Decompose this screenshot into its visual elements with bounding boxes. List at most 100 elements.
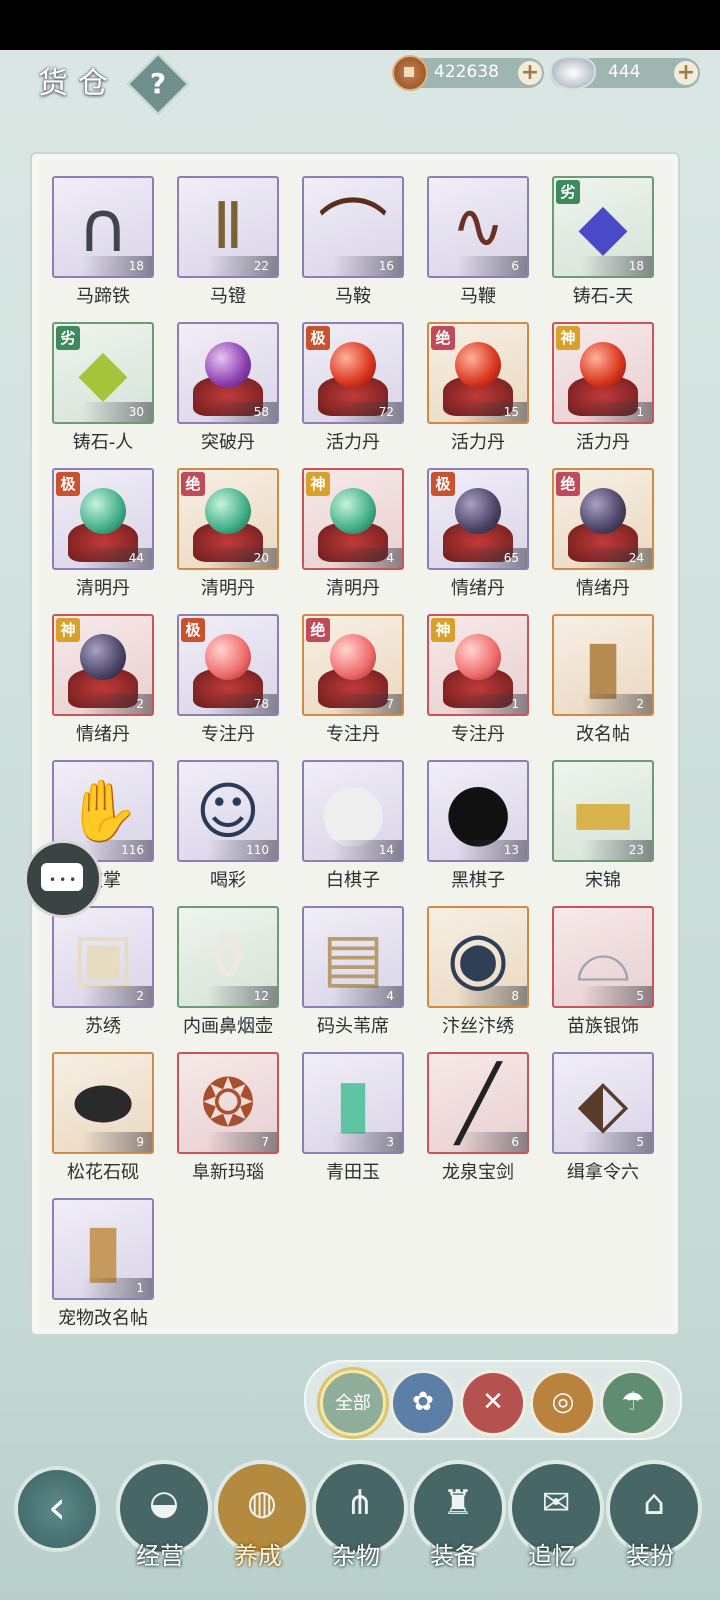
nav-label: 经营 xyxy=(136,1542,184,1570)
inventory-item[interactable]: ⬖ 5 缉拿令六 xyxy=(552,1052,654,1183)
inventory-item[interactable]: ▮ 2 改名帖 xyxy=(552,614,654,745)
item-thumbnail[interactable]: ╱ 6 xyxy=(427,1052,529,1154)
inventory-item[interactable]: ▣ 2 苏绣 xyxy=(52,906,154,1037)
item-thumbnail[interactable]: ∿ 6 xyxy=(427,176,529,278)
inventory-item[interactable]: ▤ 4 码头苇席 xyxy=(302,906,404,1037)
item-thumbnail[interactable]: 绝 24 xyxy=(552,468,654,570)
item-count: 1 xyxy=(582,402,652,422)
item-thumbnail[interactable]: 绝7 xyxy=(302,614,404,716)
item-thumbnail[interactable]: ● 14 xyxy=(302,760,404,862)
item-name: 喝彩 xyxy=(210,870,246,891)
item-thumbnail[interactable]: 神1 xyxy=(552,322,654,424)
item-name: 情绪丹 xyxy=(576,578,630,599)
item-thumbnail[interactable]: ∩ 18 xyxy=(52,176,154,278)
inventory-item[interactable]: 神 1 专注丹 xyxy=(427,614,529,745)
item-thumbnail[interactable]: ⌓ 5 xyxy=(552,906,654,1008)
item-name: 马镫 xyxy=(210,286,246,307)
pavilion-icon: ⌂ xyxy=(643,1482,665,1523)
item-thumbnail[interactable]: 极 78 xyxy=(177,614,279,716)
item-thumbnail[interactable]: ▬ 23 xyxy=(552,760,654,862)
item-thumbnail[interactable]: ⬬ 9 xyxy=(52,1052,154,1154)
silver-amount: 444 xyxy=(608,62,641,82)
item-name: 阜新玛瑙 xyxy=(192,1162,264,1183)
inventory-item[interactable]: 绝 7 专注丹 xyxy=(302,614,404,745)
inventory-item[interactable]: ∿ 6 马鞭 xyxy=(427,176,529,307)
item-thumbnail[interactable]: 神2 xyxy=(52,614,154,716)
item-count: 7 xyxy=(332,694,402,714)
inventory-item[interactable]: 极 78 专注丹 xyxy=(177,614,279,745)
item-thumbnail[interactable]: ▮ 2 xyxy=(552,614,654,716)
item-thumbnail[interactable]: ◆ 劣 18 xyxy=(552,176,654,278)
inventory-item[interactable]: 58 突破丹 xyxy=(177,322,279,453)
item-thumbnail[interactable]: 绝 15 xyxy=(427,322,529,424)
rarity-tag: 神 xyxy=(306,472,330,496)
item-count: 5 xyxy=(582,1132,652,1152)
add-silver-button[interactable]: + xyxy=(674,61,698,85)
item-thumbnail[interactable]: 极 65 xyxy=(427,468,529,570)
inventory-item[interactable]: ◉ 8 汴丝汴绣 xyxy=(427,906,529,1037)
item-thumbnail[interactable]: ● 13 xyxy=(427,760,529,862)
item-thumbnail[interactable]: 神4 xyxy=(302,468,404,570)
inventory-item[interactable]: 极 65 情绪丹 xyxy=(427,468,529,599)
item-thumbnail[interactable]: Ⅱ 22 xyxy=(177,176,279,278)
agate-icon: ❂ xyxy=(200,1064,256,1142)
item-thumbnail[interactable]: 绝 20 xyxy=(177,468,279,570)
filter-tools-button[interactable]: ✕ xyxy=(460,1370,526,1436)
item-name: 苏绣 xyxy=(85,1016,121,1037)
item-thumbnail[interactable]: ▤ 4 xyxy=(302,906,404,1008)
filter-bag-button[interactable]: ✿ xyxy=(390,1370,456,1436)
item-name: 专注丹 xyxy=(451,724,505,745)
item-thumbnail[interactable]: 神1 xyxy=(427,614,529,716)
inventory-item[interactable]: ⬬ 9 松花石砚 xyxy=(52,1052,154,1183)
inventory-item[interactable]: ⌒ 16 马鞍 xyxy=(302,176,404,307)
filter-all-button[interactable]: 全部 xyxy=(320,1370,386,1436)
inventory-item[interactable]: 极 72 活力丹 xyxy=(302,322,404,453)
item-thumbnail[interactable]: ▣ 2 xyxy=(52,906,154,1008)
item-thumbnail[interactable]: 极 44 xyxy=(52,468,154,570)
inventory-item[interactable]: ▮ 1 宠物改名帖 xyxy=(52,1198,154,1329)
filter-scrolls-button[interactable]: ◎ xyxy=(530,1370,596,1436)
warrant-token-icon: ⬖ xyxy=(577,1064,629,1142)
add-copper-button[interactable]: + xyxy=(518,61,542,85)
inventory-item[interactable]: ∩ 18 马蹄铁 xyxy=(52,176,154,307)
item-thumbnail[interactable]: ◆ 劣 30 xyxy=(52,322,154,424)
filter-umbrella-button[interactable]: ☂ xyxy=(600,1370,666,1436)
inventory-item[interactable]: ☺ 110 喝彩 xyxy=(177,760,279,891)
item-thumbnail[interactable]: ⬖ 5 xyxy=(552,1052,654,1154)
help-button[interactable]: ? xyxy=(126,52,190,116)
inventory-item[interactable]: ▮ 3 青田玉 xyxy=(302,1052,404,1183)
inventory-item[interactable]: 极 44 清明丹 xyxy=(52,468,154,599)
inventory-item[interactable]: 神 1 活力丹 xyxy=(552,322,654,453)
inventory-item[interactable]: ▬ 23 宋锦 xyxy=(552,760,654,891)
inventory-item[interactable]: 神 4 清明丹 xyxy=(302,468,404,599)
inventory-item[interactable]: ● 14 白棋子 xyxy=(302,760,404,891)
inventory-item[interactable]: ● 13 黑棋子 xyxy=(427,760,529,891)
item-thumbnail[interactable]: ▮ 3 xyxy=(302,1052,404,1154)
inventory-item[interactable]: 神 2 情绪丹 xyxy=(52,614,154,745)
item-thumbnail[interactable]: ⌒ 16 xyxy=(302,176,404,278)
item-thumbnail[interactable]: 极 72 xyxy=(302,322,404,424)
nav-label: 装扮 xyxy=(626,1542,674,1570)
inventory-item[interactable]: ⌓ 5 苗族银饰 xyxy=(552,906,654,1037)
item-thumbnail[interactable]: ❂ 7 xyxy=(177,1052,279,1154)
item-thumbnail[interactable]: ⚱ 12 xyxy=(177,906,279,1008)
embroidery-icon: ▣ xyxy=(71,918,135,996)
item-thumbnail[interactable]: ☺ 110 xyxy=(177,760,279,862)
inventory-item[interactable]: ◆ 劣 30 铸石-人 xyxy=(52,322,154,453)
inventory-item[interactable]: ❂ 7 阜新玛瑙 xyxy=(177,1052,279,1183)
silver-ingot-icon xyxy=(550,56,596,90)
inventory-item[interactable]: 绝 20 清明丹 xyxy=(177,468,279,599)
chat-button[interactable]: ••• xyxy=(24,840,102,918)
item-thumbnail[interactable]: ◉ 8 xyxy=(427,906,529,1008)
back-button[interactable]: ‹ xyxy=(14,1466,100,1552)
inventory-item[interactable]: Ⅱ 22 马镫 xyxy=(177,176,279,307)
item-thumbnail[interactable]: ▮ 1 xyxy=(52,1198,154,1300)
rarity-tag: 绝 xyxy=(431,326,455,350)
item-count: 2 xyxy=(82,694,152,714)
inventory-item[interactable]: ⚱ 12 内画鼻烟壶 xyxy=(177,906,279,1037)
inventory-item[interactable]: ╱ 6 龙泉宝剑 xyxy=(427,1052,529,1183)
inventory-item[interactable]: ◆ 劣 18 铸石-天 xyxy=(552,176,654,307)
inventory-item[interactable]: 绝 24 情绪丹 xyxy=(552,468,654,599)
item-thumbnail[interactable]: 58 xyxy=(177,322,279,424)
inventory-item[interactable]: 绝 15 活力丹 xyxy=(427,322,529,453)
